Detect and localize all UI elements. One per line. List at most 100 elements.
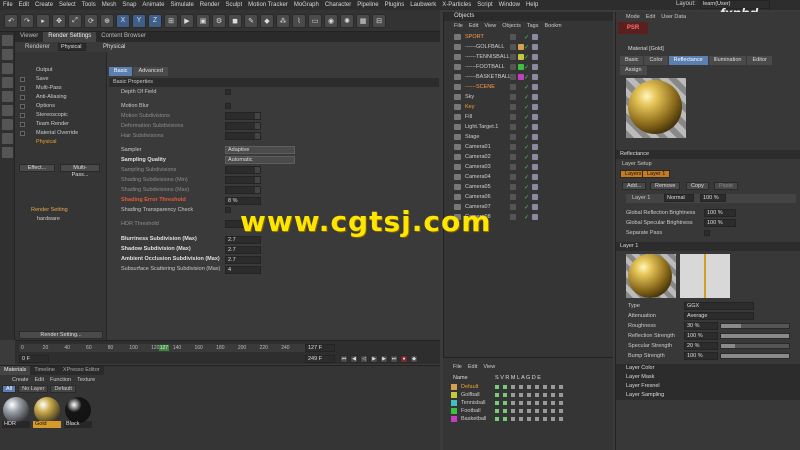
menu-window[interactable]: Window	[499, 2, 520, 8]
layer-toggle-icon[interactable]	[519, 417, 523, 421]
shadow-field[interactable]: 2.7	[225, 246, 261, 254]
layer-row[interactable]: Default	[443, 383, 613, 391]
timeline-end-a[interactable]: 127 F	[305, 344, 335, 352]
remove-button[interactable]: Remove	[650, 182, 681, 190]
roughness-slider[interactable]	[720, 323, 790, 329]
object-row[interactable]: SPORT ✓	[444, 32, 613, 42]
menu-tags[interactable]: Tags	[527, 23, 539, 29]
menu-snap[interactable]: Snap	[122, 2, 136, 8]
pen-icon[interactable]: ✎	[244, 13, 258, 28]
layer-toggle-icon[interactable]	[495, 409, 499, 413]
separate-pass-checkbox[interactable]	[704, 230, 710, 236]
material-hdr[interactable]: HDR	[2, 396, 30, 428]
menu-view[interactable]: View	[484, 23, 496, 29]
group-layer-mask[interactable]: Layer Mask	[616, 373, 800, 382]
visibility-dot[interactable]	[510, 34, 516, 40]
enabled-check-icon[interactable]: ✓	[524, 43, 530, 51]
select-icon[interactable]: ▸	[36, 13, 50, 28]
visibility-dot[interactable]	[510, 184, 516, 190]
tab-illumination[interactable]: Illumination	[708, 56, 747, 65]
go-end-icon[interactable]: ⏭	[390, 355, 398, 363]
layer-toggle-icon[interactable]	[559, 385, 563, 389]
visibility-dot[interactable]	[510, 134, 516, 140]
effect-button[interactable]: Effect...	[19, 164, 55, 172]
tab-editor[interactable]: Editor	[747, 56, 772, 65]
enabled-check-icon[interactable]: ✓	[524, 213, 530, 221]
tab-reflectance[interactable]: Reflectance	[668, 56, 708, 65]
tab-advanced[interactable]: Advanced	[133, 67, 168, 76]
y-axis-icon[interactable]: Y	[132, 13, 146, 28]
layer-toggle-icon[interactable]	[551, 417, 555, 421]
checkbox[interactable]	[20, 131, 25, 136]
light-icon[interactable]: ✺	[340, 13, 354, 28]
copy-button[interactable]: Copy	[686, 182, 709, 190]
visibility-dot[interactable]	[510, 84, 516, 90]
hair-subdivisions-field[interactable]	[225, 132, 261, 140]
prev-key-icon[interactable]: ◀	[350, 355, 358, 363]
tab-viewer[interactable]: Viewer	[15, 32, 43, 42]
object-row[interactable]: ------BASKETBALL ✓	[444, 72, 613, 82]
object-row[interactable]: Camera03 ✓	[444, 162, 613, 172]
ao-field[interactable]: 2.7	[225, 256, 261, 264]
enabled-check-icon[interactable]: ✓	[524, 133, 530, 141]
motion-subdivisions-field[interactable]	[225, 112, 261, 120]
visibility-dot[interactable]	[510, 194, 516, 200]
rs-item-output[interactable]: Output	[15, 66, 107, 75]
go-start-icon[interactable]: ⏮	[340, 355, 348, 363]
subdivision-icon[interactable]: ◆	[260, 13, 274, 28]
visibility-dot[interactable]	[510, 124, 516, 130]
sampling-quality-select[interactable]: Automatic	[225, 156, 295, 164]
layer-toggle-icon[interactable]	[503, 385, 507, 389]
menu-sculpt[interactable]: Sculpt	[225, 2, 242, 8]
visibility-dot[interactable]	[510, 74, 516, 80]
global-spec-field[interactable]: 100 %	[704, 219, 736, 227]
timeline-ruler[interactable]: 0 20 40 60 80 100 120 127 140 160 180 200 220 240	[19, 344, 309, 352]
tab-render-settings[interactable]: Render Settings	[43, 32, 97, 42]
layer-toggle-icon[interactable]	[511, 385, 515, 389]
menu-view[interactable]: View	[483, 364, 495, 370]
layer-toggle-icon[interactable]	[511, 409, 515, 413]
checkbox[interactable]	[20, 77, 25, 82]
layer-toggle-icon[interactable]	[495, 393, 499, 397]
points-mode-icon[interactable]	[2, 77, 13, 88]
layer-toggle-icon[interactable]	[559, 409, 563, 413]
enabled-check-icon[interactable]: ✓	[524, 143, 530, 151]
texture-mode-icon[interactable]	[2, 49, 13, 60]
tab-content-browser[interactable]: Content Browser	[96, 32, 151, 42]
layer-toggle-icon[interactable]	[511, 417, 515, 421]
layer-toggle-icon[interactable]	[551, 393, 555, 397]
enabled-check-icon[interactable]: ✓	[524, 163, 530, 171]
rs-item-save[interactable]: Save	[15, 75, 107, 84]
next-key-icon[interactable]: ▶	[380, 355, 388, 363]
layer-toggle-icon[interactable]	[519, 393, 523, 397]
layer-toggle-icon[interactable]	[543, 385, 547, 389]
object-row[interactable]: Camera02 ✓	[444, 152, 613, 162]
object-row[interactable]: Camera04 ✓	[444, 172, 613, 182]
menu-create[interactable]: Create	[12, 377, 29, 383]
layer-row[interactable]: Golfball	[443, 391, 613, 399]
visibility-dot[interactable]	[510, 214, 516, 220]
enabled-check-icon[interactable]: ✓	[524, 193, 530, 201]
layer-toggle-icon[interactable]	[551, 385, 555, 389]
multipass-button[interactable]: Multi-Pass...	[60, 164, 100, 178]
checkbox[interactable]	[20, 86, 25, 91]
redo-icon[interactable]: ↷	[20, 13, 34, 28]
blend-select[interactable]: Normal	[664, 194, 694, 202]
deformer-icon[interactable]: ⌇	[292, 13, 306, 28]
rotate-icon[interactable]: ⟳	[84, 13, 98, 28]
enabled-check-icon[interactable]: ✓	[524, 63, 530, 71]
material-black[interactable]: Black	[64, 396, 92, 428]
enabled-check-icon[interactable]: ✓	[524, 183, 530, 191]
menu-laubwerk[interactable]: Laubwerk	[410, 2, 436, 8]
object-row[interactable]: Key ✓	[444, 102, 613, 112]
display-icon[interactable]: ▦	[356, 13, 370, 28]
enabled-check-icon[interactable]: ✓	[524, 53, 530, 61]
menu-tools[interactable]: Tools	[82, 2, 96, 8]
visibility-dot[interactable]	[510, 44, 516, 50]
sampler-select[interactable]: Adaptive	[225, 146, 295, 154]
menu-motion-tracker[interactable]: Motion Tracker	[248, 2, 288, 8]
keyframe-icon[interactable]: ◆	[410, 355, 418, 363]
refl-strength-slider[interactable]	[720, 333, 790, 339]
enabled-check-icon[interactable]: ✓	[524, 153, 530, 161]
z-axis-icon[interactable]: Z	[148, 13, 162, 28]
